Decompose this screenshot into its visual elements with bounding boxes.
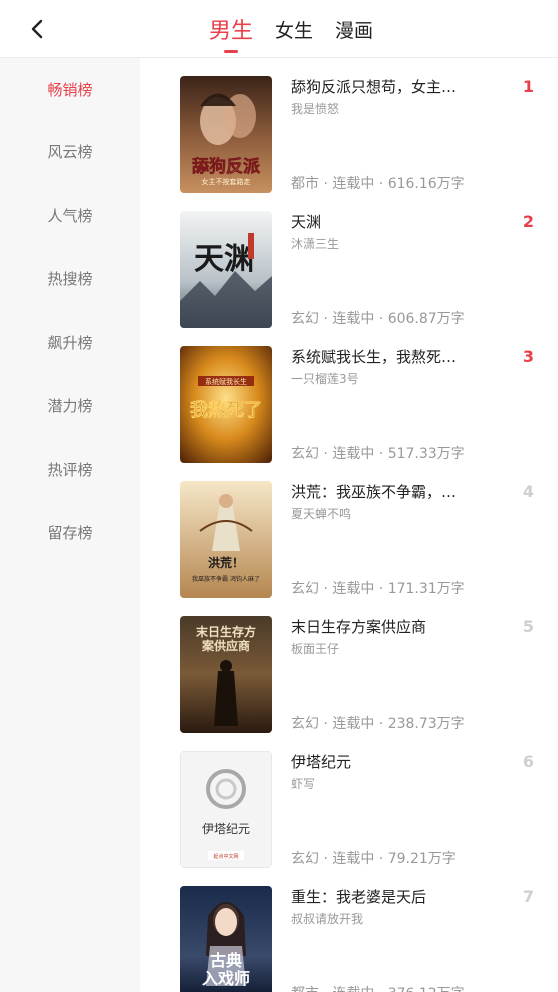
book-meta: 都市 · 连载中 · 376.12万字 bbox=[291, 984, 465, 992]
sidebar-item-bestseller[interactable]: 畅销榜 bbox=[0, 58, 140, 120]
book-row[interactable]: 古典 入戏师 重生：我老婆是天后 叔叔请放开我 都市 · 连载中 · 376.1… bbox=[140, 868, 558, 992]
svg-text:我熬死了: 我熬死了 bbox=[190, 399, 262, 421]
rank-number: 5 bbox=[522, 617, 534, 636]
ranking-sidebar: 畅销榜 风云榜 人气榜 热搜榜 飙升榜 潜力榜 热评榜 留存榜 bbox=[0, 58, 140, 992]
book-cover[interactable]: 古典 入戏师 bbox=[180, 886, 272, 992]
rank-number: 3 bbox=[522, 347, 534, 366]
rank-number: 2 bbox=[522, 212, 534, 231]
tab-comics[interactable]: 漫画 bbox=[335, 0, 373, 58]
book-cover[interactable]: 洪荒！ 我巫族不争霸 鸿钧人麻了 bbox=[180, 481, 272, 598]
book-author: 虾写 bbox=[291, 777, 316, 791]
book-title: 天渊 bbox=[291, 213, 322, 231]
rank-number: 6 bbox=[522, 752, 534, 771]
book-cover[interactable]: 末日生存方 案供应商 bbox=[180, 616, 272, 733]
rank-number: 4 bbox=[522, 482, 534, 501]
svg-text:舔狗反派: 舔狗反派 bbox=[192, 156, 261, 177]
book-author: 夏天蝉不鸣 bbox=[291, 507, 352, 521]
svg-text:天渊: 天渊 bbox=[194, 242, 254, 277]
sidebar-item-hot-search[interactable]: 热搜榜 bbox=[0, 247, 140, 311]
book-meta: 玄幻 · 连载中 · 517.33万字 bbox=[291, 446, 465, 462]
book-title: 舔狗反派只想苟，女主不按套路走 bbox=[291, 78, 467, 96]
top-bar: 男生 女生 漫画 bbox=[0, 0, 558, 58]
book-row[interactable]: 系统赋我长生 我熬死了 系统赋我长生，我熬死了所有人 一只榴莲3号 玄幻 · 连… bbox=[140, 328, 558, 463]
svg-text:我巫族不争霸 鸿钧人麻了: 我巫族不争霸 鸿钧人麻了 bbox=[192, 575, 260, 583]
svg-text:古典: 古典 bbox=[210, 951, 242, 970]
book-author: 板面王仔 bbox=[291, 642, 340, 656]
tab-female[interactable]: 女生 bbox=[275, 0, 313, 58]
rank-number: 7 bbox=[522, 887, 534, 906]
svg-text:伊塔纪元: 伊塔纪元 bbox=[202, 822, 250, 836]
book-meta: 都市 · 连载中 · 616.16万字 bbox=[291, 176, 465, 192]
book-row[interactable]: 洪荒！ 我巫族不争霸 鸿钧人麻了 洪荒：我巫族不争霸，鸿钧人麻了 夏天蝉不鸣 玄… bbox=[140, 463, 558, 598]
svg-text:案供应商: 案供应商 bbox=[201, 638, 250, 653]
tab-male[interactable]: 男生 bbox=[209, 0, 253, 58]
book-row[interactable]: 末日生存方 案供应商 末日生存方案供应商 板面王仔 玄幻 · 连载中 · 238… bbox=[140, 598, 558, 733]
book-author: 一只榴莲3号 bbox=[291, 372, 359, 386]
sidebar-item-trending[interactable]: 风云榜 bbox=[0, 120, 140, 184]
book-meta: 玄幻 · 连载中 · 171.31万字 bbox=[291, 581, 465, 597]
book-cover[interactable]: 伊塔纪元 起点中文网 bbox=[180, 751, 272, 868]
book-row[interactable]: 伊塔纪元 起点中文网 伊塔纪元 虾写 玄幻 · 连载中 · 79.21万字 6 bbox=[140, 733, 558, 868]
svg-text:洪荒！: 洪荒！ bbox=[208, 555, 244, 570]
book-cover[interactable]: 舔狗反派 女主不按套路走 bbox=[180, 76, 272, 193]
book-meta: 玄幻 · 连载中 · 606.87万字 bbox=[291, 311, 465, 327]
sidebar-item-potential[interactable]: 潜力榜 bbox=[0, 374, 140, 438]
book-row[interactable]: 天渊 天渊 沐潇三生 玄幻 · 连载中 · 606.87万字 2 bbox=[140, 193, 558, 328]
svg-text:末日生存方: 末日生存方 bbox=[196, 624, 256, 639]
book-title: 洪荒：我巫族不争霸，鸿钧人麻了 bbox=[291, 483, 467, 501]
book-ranking-list: 舔狗反派 女主不按套路走 舔狗反派只想苟，女主不按套路走 我是愤怒 都市 · 连… bbox=[140, 58, 558, 992]
book-meta: 玄幻 · 连载中 · 79.21万字 bbox=[291, 851, 456, 867]
sidebar-item-rising[interactable]: 飙升榜 bbox=[0, 311, 140, 375]
book-title: 末日生存方案供应商 bbox=[291, 618, 427, 636]
book-author: 沐潇三生 bbox=[291, 237, 340, 251]
category-tabs: 男生 女生 漫画 bbox=[0, 0, 558, 58]
svg-text:起点中文网: 起点中文网 bbox=[213, 853, 238, 860]
svg-text:入戏师: 入戏师 bbox=[202, 969, 250, 988]
sidebar-item-hot-review[interactable]: 热评榜 bbox=[0, 438, 140, 502]
book-title: 伊塔纪元 bbox=[291, 753, 352, 771]
book-row[interactable]: 舔狗反派 女主不按套路走 舔狗反派只想苟，女主不按套路走 我是愤怒 都市 · 连… bbox=[140, 58, 558, 193]
sidebar-item-popular[interactable]: 人气榜 bbox=[0, 184, 140, 248]
book-author: 叔叔请放开我 bbox=[291, 912, 364, 926]
book-cover[interactable]: 天渊 bbox=[180, 211, 272, 328]
svg-text:系统赋我长生: 系统赋我长生 bbox=[205, 377, 247, 386]
book-title: 重生：我老婆是天后 bbox=[291, 888, 427, 906]
sidebar-item-retention[interactable]: 留存榜 bbox=[0, 501, 140, 565]
book-meta: 玄幻 · 连载中 · 238.73万字 bbox=[291, 716, 465, 732]
book-author: 我是愤怒 bbox=[291, 102, 340, 116]
book-title: 系统赋我长生，我熬死了所有人 bbox=[291, 348, 467, 366]
rank-number: 1 bbox=[522, 77, 534, 96]
book-cover[interactable]: 系统赋我长生 我熬死了 bbox=[180, 346, 272, 463]
svg-text:女主不按套路走: 女主不按套路走 bbox=[202, 177, 251, 186]
